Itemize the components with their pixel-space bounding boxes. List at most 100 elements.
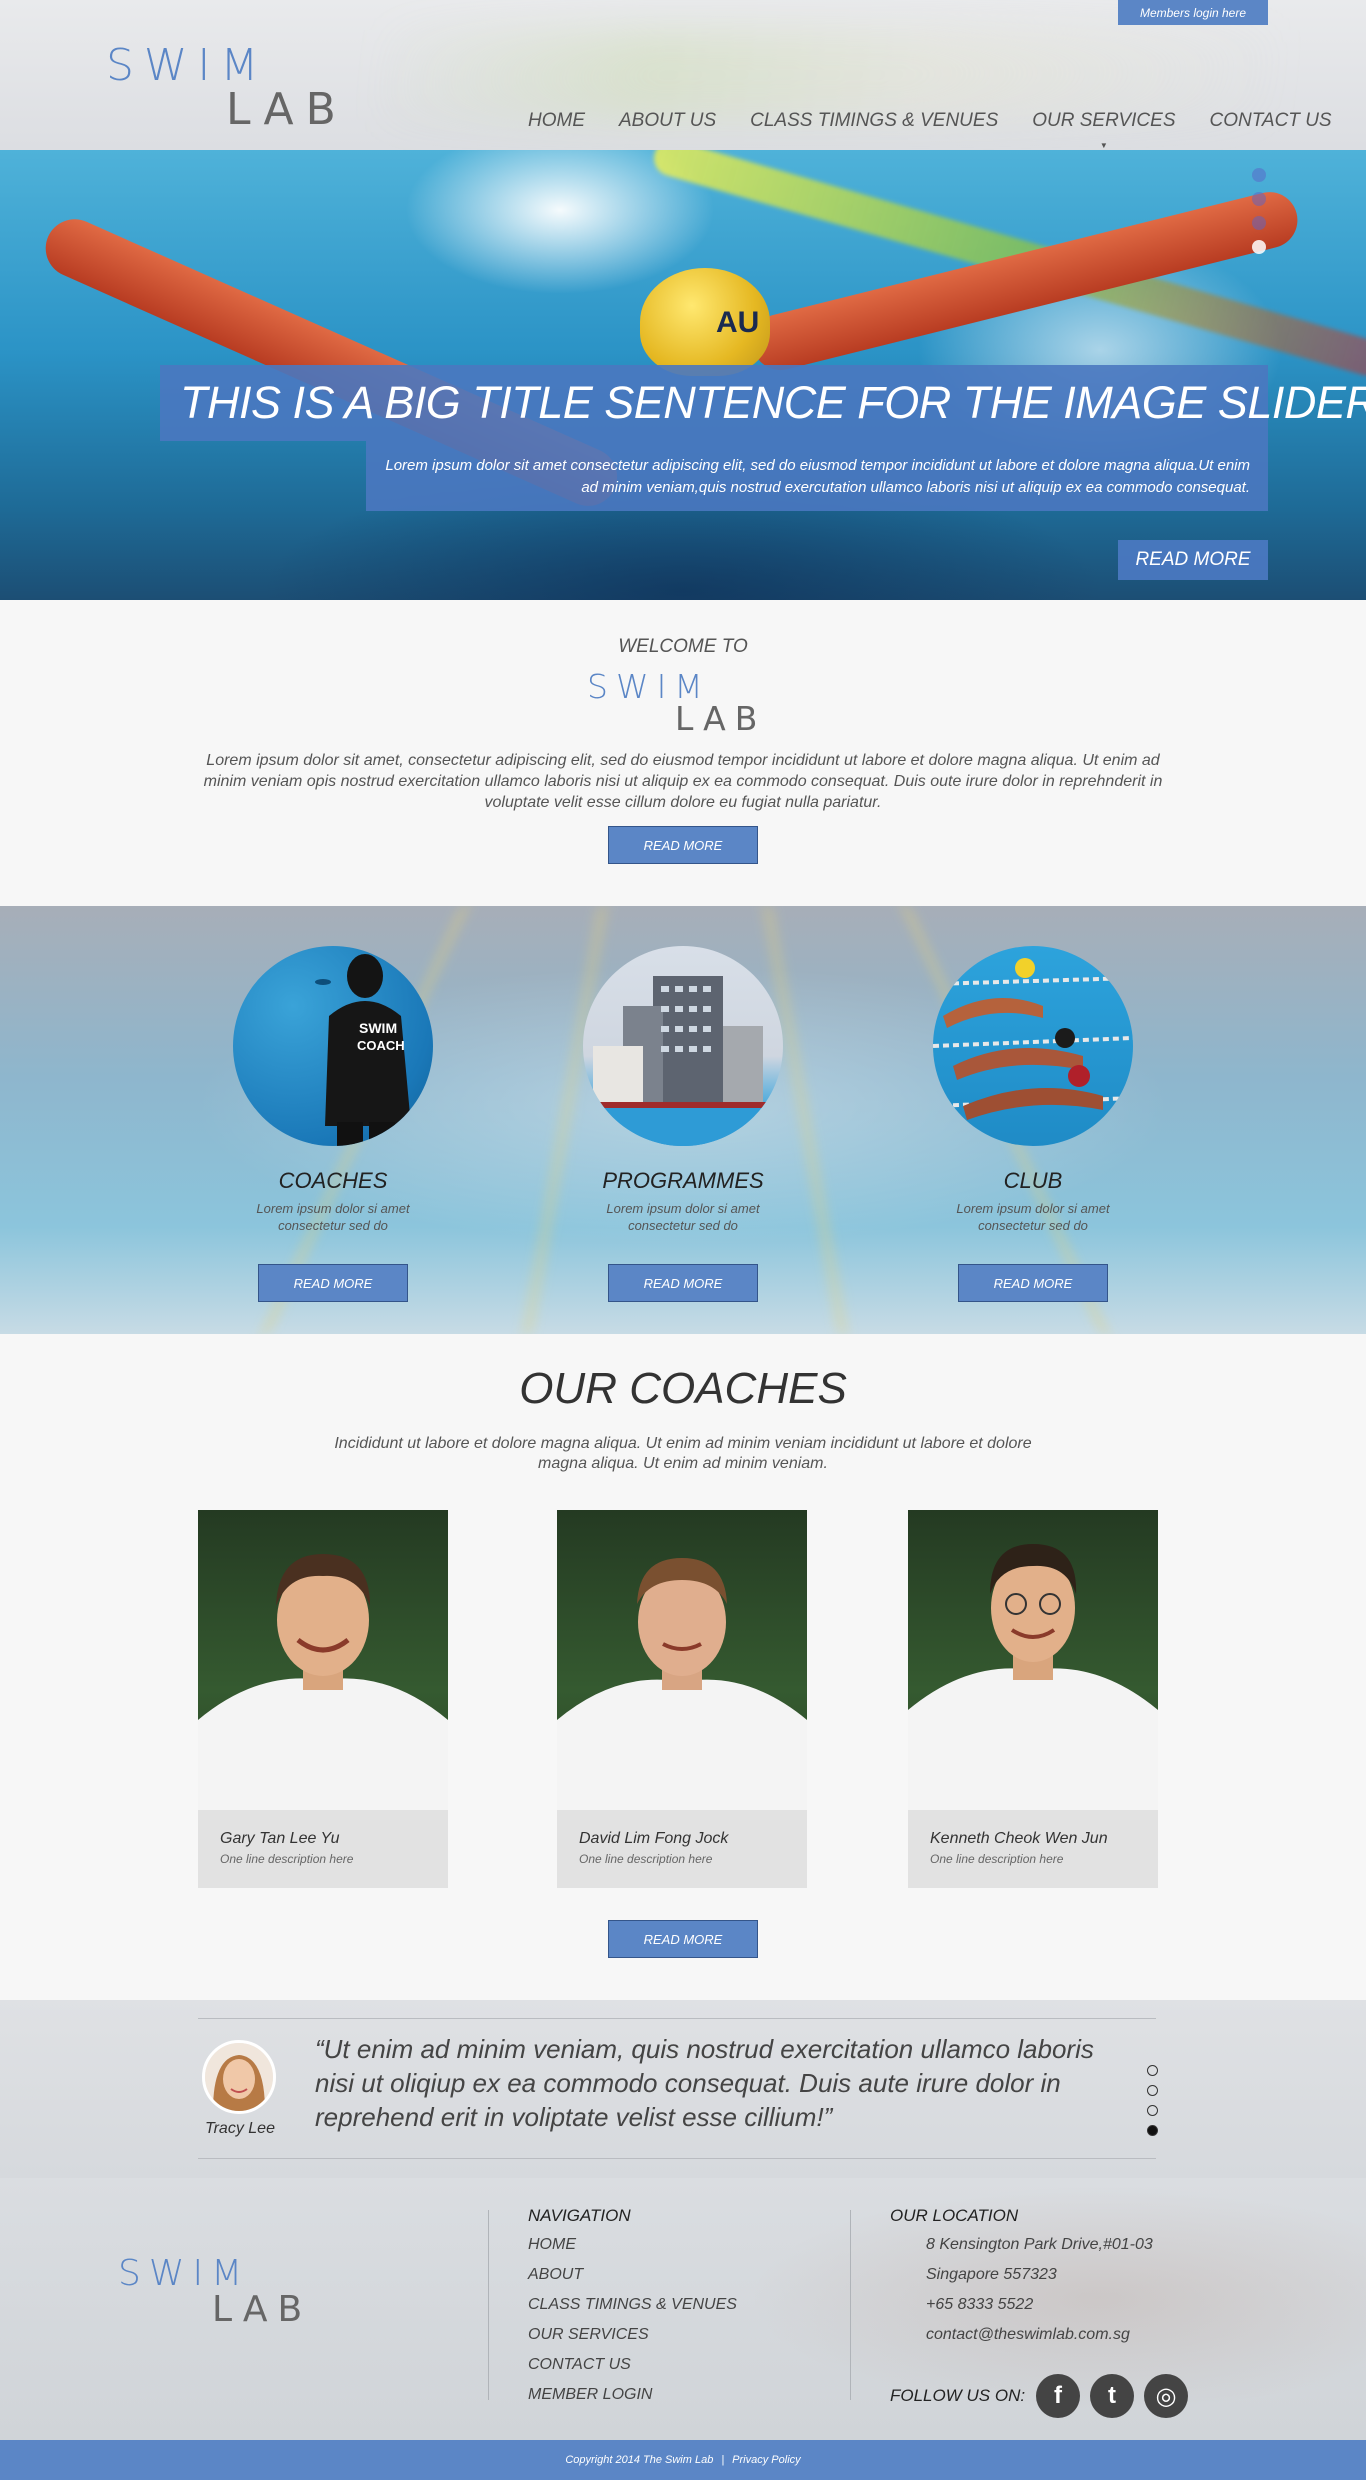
nav-class-timings-venues[interactable]: CLASS TIMINGS & VENUES [750,110,998,138]
coach-photo [198,1510,448,1810]
coach-portrait-icon [557,1558,807,1810]
welcome-pretitle: WELCOME TO [618,636,748,657]
testimonial-dot-2[interactable] [1147,2085,1158,2096]
testimonial-dot-1[interactable] [1147,2065,1158,2076]
logo-lab-text: LAB [226,84,348,135]
follow-us-label: FOLLOW US ON: [890,2386,1026,2405]
footer-link-member-login[interactable]: MEMBER LOGIN [528,2386,652,2404]
copyright-bar: Copyright 2014 The Swim Lab | Privacy Po… [0,2440,1366,2480]
hero-read-more-button[interactable]: READ MORE [1118,540,1268,580]
avatar-portrait-icon [205,2043,273,2111]
coach-description: One line description here [579,1852,713,1866]
footer-link-home[interactable]: HOME [528,2236,576,2254]
coaches-section: OUR COACHES Incididunt ut labore et dolo… [0,1334,1366,2000]
jacket-text-line-1: SWIM [359,1020,398,1036]
building-pool-icon [583,976,783,1146]
nav-our-services[interactable]: OUR SERVICES ▼ [1032,110,1176,150]
swimmer-cap: AU [640,268,770,376]
coach-card[interactable]: David Lim Fong Jock One line description… [557,1510,807,1888]
coach-card[interactable]: Kenneth Cheok Wen Jun One line descripti… [908,1510,1158,1888]
coach-card[interactable]: Gary Tan Lee Yu One line description her… [198,1510,448,1888]
footer-divider [488,2210,489,2400]
main-navigation: HOME ABOUT US CLASS TIMINGS & VENUES OUR… [528,110,1332,150]
nav-our-services-label: OUR SERVICES [1032,110,1176,131]
facebook-icon[interactable]: f [1036,2374,1080,2418]
welcome-logo-lab: LAB [675,699,767,738]
testimonial-section: Tracy Lee “Ut enim ad minim veniam, quis… [0,2000,1366,2178]
footer-link-about[interactable]: ABOUT [528,2266,583,2284]
privacy-policy-link[interactable]: Privacy Policy [732,2454,800,2466]
footer-link-contact-us[interactable]: CONTACT US [528,2356,631,2374]
avatar [202,2040,276,2114]
welcome-text: Lorem ipsum dolor sit amet, consectetur … [203,752,1163,811]
members-login-button[interactable]: Members login here [1118,0,1268,25]
footer-nav-heading: NAVIGATION [528,2206,631,2225]
testimonial-dot-3[interactable] [1147,2105,1158,2116]
coach-name: David Lim Fong Jock [579,1830,729,1847]
coaches-read-more-button[interactable]: READ MORE [258,1264,408,1302]
slider-dot-4-active[interactable] [1252,240,1266,254]
feature-title: CLUB [1003,1168,1063,1193]
coaches-read-more-button[interactable]: READ MORE [608,1920,758,1958]
footer-divider [850,2210,851,2400]
feature-description: Lorem ipsum dolor si amet consectetur se… [606,1201,760,1233]
logo-swim-text: SWIM [106,40,269,91]
feature-programmes: PROGRAMMES Lorem ipsum dolor si amet con… [533,946,833,1316]
footer-logo[interactable]: SWIM LAB [118,2253,338,2330]
site-header: Members login here SWIM LAB HOME ABOUT U… [0,0,1366,150]
divider [198,2018,1156,2019]
footer-phone: +65 8333 5522 [926,2296,1034,2313]
club-read-more-button[interactable]: READ MORE [958,1264,1108,1302]
club-image[interactable] [933,946,1133,1146]
divider [198,2158,1156,2159]
nav-about-us[interactable]: ABOUT US [619,110,716,138]
swimmers-icon [933,958,1133,1120]
hero-title: THIS IS A BIG TITLE SENTENCE FOR THE IMA… [160,365,1366,441]
slider-dot-1[interactable] [1252,168,1266,182]
testimonial-quote: “Ut enim ad minim veniam, quis nostrud e… [315,2034,1094,2132]
testimonial-author: Tracy Lee [205,2120,275,2137]
coaches-image[interactable]: SWIM COACH [233,946,433,1146]
site-logo[interactable]: SWIM LAB [106,44,376,134]
slider-dot-3[interactable] [1252,216,1266,230]
hero-description: Lorem ipsum dolor sit amet consectetur a… [366,441,1268,511]
feature-description: Lorem ipsum dolor si amet consectetur se… [256,1201,410,1233]
instagram-icon[interactable]: ◎ [1144,2374,1188,2418]
hero-slider: AU THIS IS A BIG TITLE SENTENCE FOR THE … [0,150,1366,600]
welcome-logo: SWIM LAB [587,670,787,740]
site-footer: SWIM LAB NAVIGATION HOME ABOUT CLASS TIM… [0,2178,1366,2440]
coach-name: Gary Tan Lee Yu [220,1830,340,1847]
programmes-image[interactable] [583,946,783,1146]
programmes-read-more-button[interactable]: READ MORE [608,1264,758,1302]
footer-link-our-services[interactable]: OUR SERVICES [528,2326,649,2344]
feature-title: PROGRAMMES [602,1168,764,1193]
twitter-icon[interactable]: t [1090,2374,1134,2418]
welcome-section: WELCOME TO SWIM LAB Lorem ipsum dolor si… [0,600,1366,906]
coach-name: Kenneth Cheok Wen Jun [930,1830,1108,1847]
footer-address-line2: Singapore 557323 [926,2266,1057,2283]
footer-location-heading: OUR LOCATION [890,2206,1019,2225]
coaches-intro-text: Incididunt ut labore et dolore magna ali… [334,1435,1032,1472]
coach-description: One line description here [220,1852,354,1866]
footer-logo-swim: SWIM [118,2253,251,2294]
nav-home[interactable]: HOME [528,110,585,138]
coach-portrait-icon [908,1544,1158,1810]
footer-link-class-timings[interactable]: CLASS TIMINGS & VENUES [528,2296,737,2314]
feature-club: CLUB Lorem ipsum dolor si amet consectet… [883,946,1183,1316]
footer-logo-lab: LAB [212,2289,313,2330]
copyright-separator: | [721,2454,725,2466]
coach-description: One line description here [930,1852,1064,1866]
nav-contact-us[interactable]: CONTACT US [1210,110,1332,138]
testimonial-dot-4-active[interactable] [1147,2125,1158,2136]
footer-address-line1: 8 Kensington Park Drive,#01-03 [926,2236,1153,2253]
coaches-title: OUR COACHES [519,1364,847,1413]
feature-title: COACHES [278,1168,388,1193]
welcome-read-more-button[interactable]: READ MORE [608,826,758,864]
active-caret-icon: ▼ [1099,141,1108,150]
feature-description: Lorem ipsum dolor si amet consectetur se… [956,1201,1110,1233]
slider-dot-2[interactable] [1252,192,1266,206]
feature-coaches: SWIM COACH COACHES Lorem ipsum dolor si … [183,946,483,1316]
coach-photo [908,1510,1158,1810]
features-section: SWIM COACH COACHES Lorem ipsum dolor si … [0,906,1366,1334]
footer-email-link[interactable]: contact@theswimlab.com.sg [926,2326,1130,2344]
